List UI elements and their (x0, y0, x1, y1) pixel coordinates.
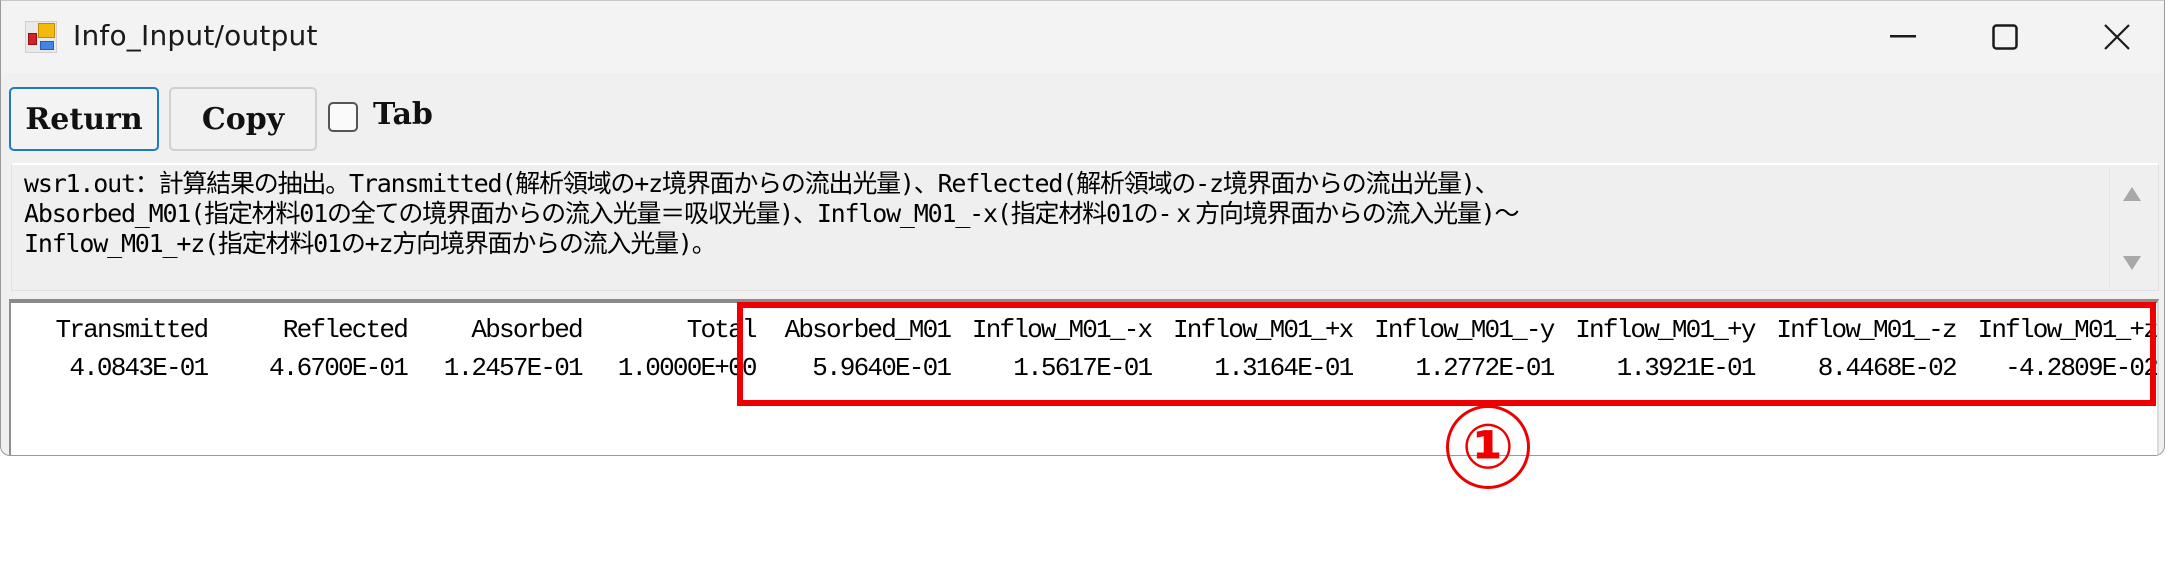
description-textbox[interactable]: wsr1.out：計算結果の抽出。Transmitted(解析領域の+z境界面か… (11, 163, 2159, 291)
info-io-window: Info_Input/output Return Copy Tab wsr1.o… (0, 0, 2165, 456)
header-cell: Inflow_M01_-x (971, 315, 1153, 345)
value-cell: 4.0843E-01 (69, 353, 209, 383)
tab-checkbox-label[interactable]: Tab (373, 97, 433, 132)
scroll-up-arrow-icon[interactable] (2123, 187, 2141, 201)
app-window-icon (25, 21, 57, 53)
description-text: wsr1.out：計算結果の抽出。Transmitted(解析領域の+z境界面か… (24, 169, 2078, 259)
annotation-marker: ① (1446, 405, 1530, 489)
results-header-row: Transmitted Reflected Absorbed Total Abs… (25, 311, 2159, 349)
header-cell: Inflow_M01_+y (1575, 315, 1756, 345)
header-cell: Absorbed (471, 315, 583, 345)
value-cell: 1.2457E-01 (443, 353, 584, 383)
close-icon (2104, 24, 2130, 50)
window-title: Info_Input/output (73, 19, 318, 52)
header-cell: Inflow_M01_+x (1173, 315, 1354, 345)
minimize-button[interactable] (1855, 1, 1951, 73)
value-cell: 8.4468E-02 (1817, 353, 1958, 383)
header-cell: Total (686, 315, 758, 345)
maximize-icon (1992, 24, 2018, 50)
header-cell: Inflow_M01_-z (1776, 315, 1957, 345)
value-cell: 5.9640E-01 (812, 353, 952, 383)
header-cell: Inflow_M01_+z (1977, 315, 2159, 345)
results-value-row: 4.0843E-01 4.6700E-01 1.2457E-01 1.0000E… (25, 349, 2159, 387)
value-cell: 4.6700E-01 (268, 353, 409, 383)
copy-button[interactable]: Copy (169, 87, 317, 151)
minimize-icon (1890, 35, 1916, 38)
title-bar[interactable]: Info_Input/output (1, 1, 2164, 73)
description-line: Inflow_M01_+z(指定材料01の+z方向境界面からの流入光量)。 (24, 229, 717, 258)
description-line: Absorbed_M01(指定材料01の全ての境界面からの流入光量＝吸収光量)、… (24, 199, 1520, 228)
maximize-button[interactable] (1957, 1, 2053, 73)
value-cell: 1.5617E-01 (1013, 353, 1153, 383)
header-cell: Reflected (282, 315, 409, 345)
scroll-down-arrow-icon[interactable] (2123, 256, 2141, 270)
description-line: wsr1.out：計算結果の抽出。Transmitted(解析領域の+z境界面か… (24, 169, 1500, 198)
results-textbox[interactable]: Transmitted Reflected Absorbed Total Abs… (9, 299, 2159, 455)
value-cell: 1.3921E-01 (1616, 353, 1757, 383)
description-scrollbar[interactable] (2109, 167, 2152, 288)
return-button[interactable]: Return (9, 87, 159, 151)
value-cell: 1.3164E-01 (1214, 353, 1354, 383)
results-table: Transmitted Reflected Absorbed Total Abs… (25, 311, 2159, 387)
header-cell: Transmitted (55, 315, 210, 345)
value-cell: 1.2772E-01 (1415, 353, 1556, 383)
header-cell: Absorbed_M01 (784, 315, 952, 345)
header-cell: Inflow_M01_-y (1374, 315, 1555, 345)
close-button[interactable] (2069, 1, 2164, 73)
tab-checkbox[interactable] (328, 102, 358, 132)
value-cell: -4.2809E-02 (2005, 353, 2159, 383)
value-cell: 1.0000E+00 (617, 353, 758, 383)
